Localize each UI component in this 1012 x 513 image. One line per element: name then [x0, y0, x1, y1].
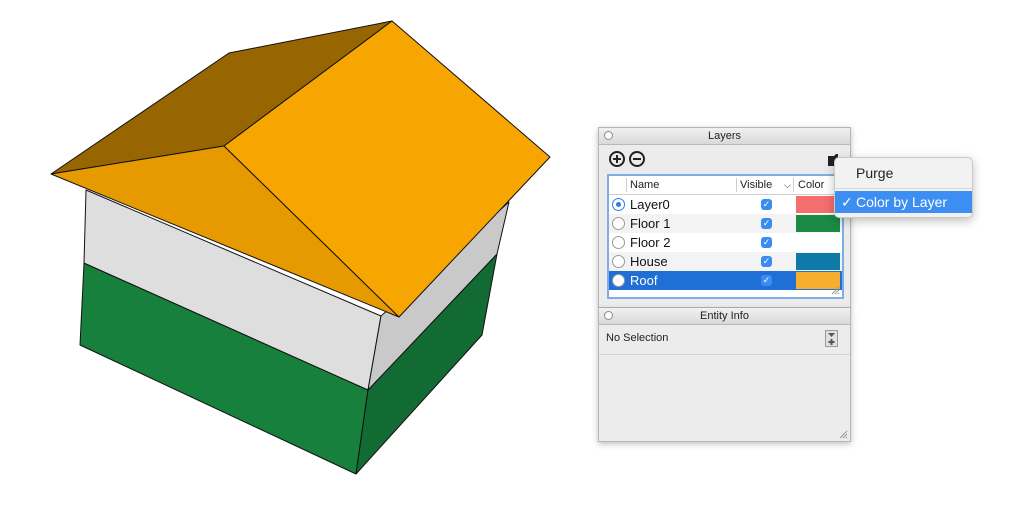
layer-rows: Layer0 ✓ Floor 1 ✓ Floor 2 ✓ House ✓ Roof ✓	[609, 195, 842, 290]
menu-item-color-by-layer[interactable]: ✓ Color by Layer	[835, 191, 972, 213]
layer-color-swatch[interactable]	[796, 234, 840, 251]
layer-color-swatch[interactable]	[796, 215, 840, 232]
checkmark-icon: ✓	[841, 194, 853, 210]
visible-checkbox[interactable]: ✓	[761, 199, 772, 210]
layer-color-swatch[interactable]	[796, 253, 840, 270]
layer-name[interactable]: House	[630, 254, 668, 269]
layer-name[interactable]: Floor 1	[630, 216, 670, 231]
resize-grip-icon[interactable]	[831, 286, 840, 295]
layer-row[interactable]: House ✓	[609, 252, 842, 271]
layer-row[interactable]: Layer0 ✓	[609, 195, 842, 214]
active-layer-radio[interactable]	[612, 198, 625, 211]
add-layer-button[interactable]	[609, 151, 625, 167]
collapse-button[interactable]	[604, 131, 613, 140]
layers-titlebar[interactable]: Layers	[599, 128, 850, 145]
active-layer-radio[interactable]	[612, 274, 625, 287]
layers-toolbar	[599, 145, 850, 173]
layers-title: Layers	[707, 130, 742, 142]
column-name[interactable]: Name	[630, 179, 659, 191]
selection-status: No Selection	[606, 332, 669, 344]
minus-icon	[633, 158, 641, 160]
menu-item-purge[interactable]: Purge	[835, 162, 972, 184]
table-header: Name Visible ⌵ Color	[609, 176, 842, 195]
entity-info-title: Entity Info	[700, 310, 749, 322]
active-layer-radio[interactable]	[612, 255, 625, 268]
layer-row[interactable]: Floor 1 ✓	[609, 214, 842, 233]
layer-name[interactable]: Layer0	[630, 197, 670, 212]
layers-details-menu: Purge ✓ Color by Layer	[834, 157, 973, 218]
collapse-button[interactable]	[604, 311, 613, 320]
house-model	[50, 20, 551, 475]
layers-table: Name Visible ⌵ Color Layer0 ✓ Floor 1 ✓ Floo…	[607, 174, 844, 299]
layer-row[interactable]: Floor 2 ✓	[609, 233, 842, 252]
column-visible[interactable]: Visible	[740, 179, 772, 191]
visible-checkbox[interactable]: ✓	[761, 256, 772, 267]
selection-row: No Selection	[599, 324, 850, 355]
entity-info-panel: Entity Info No Selection	[598, 308, 851, 442]
visible-checkbox[interactable]: ✓	[761, 275, 772, 286]
visible-checkbox[interactable]: ✓	[761, 237, 772, 248]
column-color[interactable]: Color	[798, 179, 824, 191]
layer-name[interactable]: Roof	[630, 273, 657, 288]
layer-name[interactable]: Floor 2	[630, 235, 670, 250]
remove-layer-button[interactable]	[629, 151, 645, 167]
active-layer-radio[interactable]	[612, 217, 625, 230]
expand-info-icon[interactable]	[825, 330, 838, 347]
menu-separator	[835, 188, 972, 189]
layer-row[interactable]: Roof ✓	[609, 271, 842, 290]
entity-info-titlebar[interactable]: Entity Info	[599, 308, 850, 325]
visible-checkbox[interactable]: ✓	[761, 218, 772, 229]
layers-panel: Layers Name Visible ⌵ Color Layer0 ✓ Floor…	[598, 127, 851, 308]
resize-grip-icon[interactable]	[839, 430, 848, 439]
active-layer-radio[interactable]	[612, 236, 625, 249]
sort-chevron-icon[interactable]: ⌵	[784, 180, 791, 191]
model-viewport[interactable]	[0, 0, 590, 508]
